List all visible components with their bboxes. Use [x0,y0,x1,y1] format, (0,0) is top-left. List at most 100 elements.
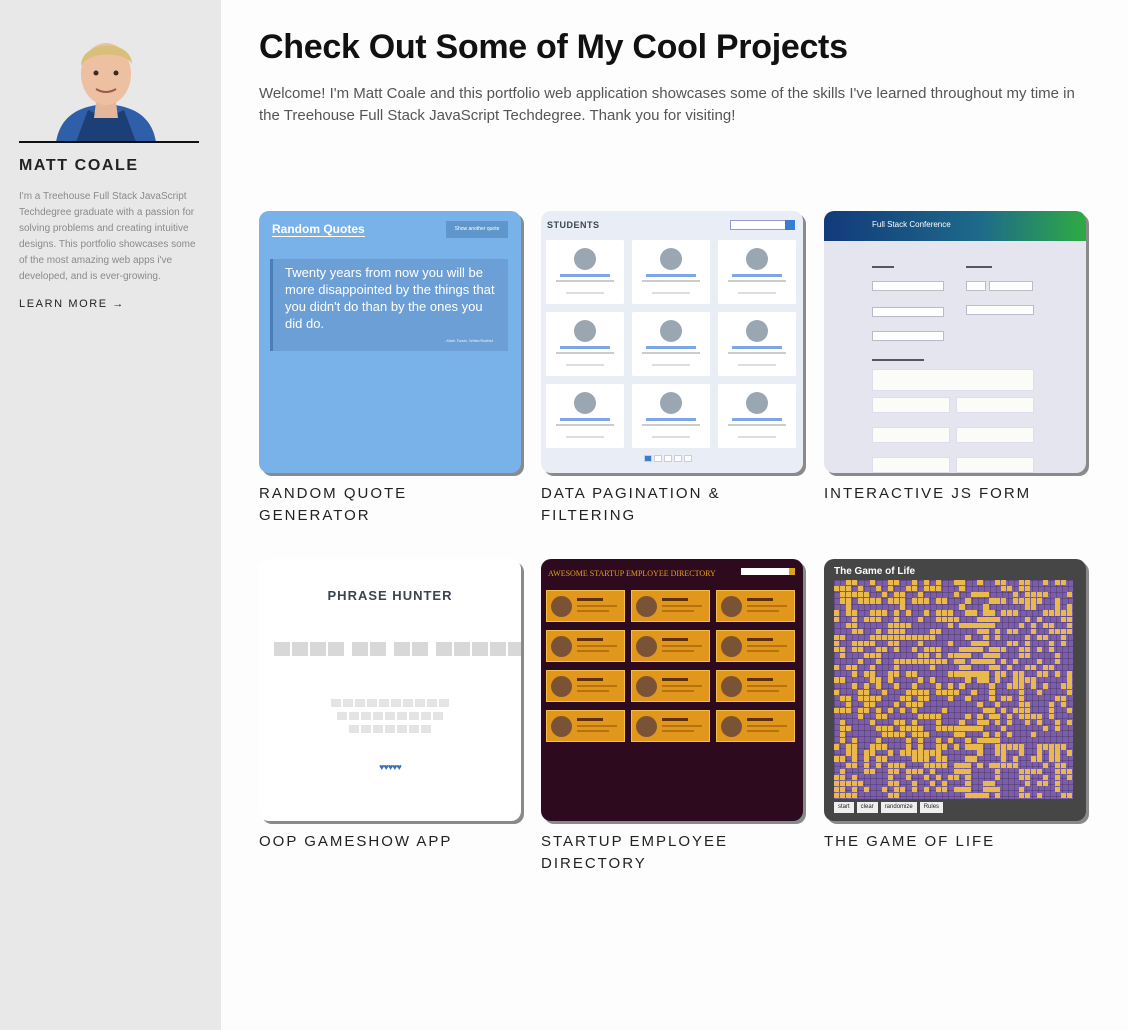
life-cell [953,774,959,780]
thumb-rules-button: Rules [919,802,944,813]
learn-more-link[interactable]: LEARN MORE → [19,298,125,310]
life-cell [1037,756,1043,762]
life-cell [983,628,989,634]
life-cell [875,628,881,634]
life-cell [1025,616,1031,622]
project-title[interactable]: INTERACTIVE JS FORM [824,483,1086,505]
life-cell [893,768,899,774]
life-cell [1031,756,1037,762]
project-card-gameshow[interactable]: PHRASE HUNTER ♥♥♥♥♥ OOP GAMESHOW APP [259,559,521,853]
life-cell [905,689,911,695]
life-cell [941,762,947,768]
life-cell [929,780,935,787]
project-thumbnail-game-of-life[interactable]: The Game of Life start clear randomize R… [824,559,1086,821]
life-cell [834,744,840,750]
life-cell [839,719,846,726]
life-cell [941,780,947,787]
project-title[interactable]: STARTUP EMPLOYEE DIRECTORY [541,831,803,875]
life-cell [1025,640,1031,647]
life-cell [1025,707,1031,714]
life-cell [1043,622,1049,628]
life-cell [953,580,959,586]
life-cell [869,616,876,622]
life-cell [1043,610,1049,616]
life-cell [911,671,917,677]
project-card-employee-directory[interactable]: AWESOME STARTUP EMPLOYEE DIRECTORY START… [541,559,803,875]
life-cell [911,750,917,756]
life-cell [1025,580,1031,586]
life-cell [893,622,899,628]
life-cell [917,689,923,695]
project-thumbnail-gameshow[interactable]: PHRASE HUNTER ♥♥♥♥♥ [259,559,521,821]
life-cell [893,616,899,622]
life-cell [887,768,893,774]
life-cell [971,640,977,647]
life-cell [905,695,911,701]
life-cell [905,701,911,707]
life-cell [989,683,995,689]
project-title[interactable]: DATA PAGINATION & FILTERING [541,483,803,527]
thumb-life-grid [834,580,1073,799]
life-cell [1019,580,1025,586]
project-thumbnail-random-quote[interactable]: Random Quotes Show another quote Twenty … [259,211,521,473]
life-cell [923,762,929,768]
life-cell [959,665,965,671]
project-card-data-pagination[interactable]: STUDENTS DATA PAGINATION & FILTERING [541,211,803,527]
life-cell [899,750,905,756]
life-cell [1037,780,1043,787]
life-cell [834,780,840,787]
life-cell [887,640,893,647]
life-cell [1055,756,1061,762]
life-cell [917,732,923,738]
project-card-game-of-life[interactable]: The Game of Life start clear randomize R… [824,559,1086,853]
life-cell [893,786,899,793]
life-cell [1037,671,1043,677]
thumb-form-heading: Full Stack Conference [872,220,951,229]
life-cell [887,726,893,732]
life-cell [1043,726,1049,732]
project-title[interactable]: OOP GAMESHOW APP [259,831,521,853]
life-cell [893,719,899,726]
project-card-interactive-form[interactable]: Full Stack Conference INTERACTIVE JS FOR… [824,211,1086,505]
project-thumbnail-employee-directory[interactable]: AWESOME STARTUP EMPLOYEE DIRECTORY [541,559,803,821]
life-cell [1019,786,1025,793]
life-cell [959,719,965,726]
life-cell [1025,792,1031,799]
life-cell [989,780,995,787]
life-cell [989,646,995,653]
life-cell [953,786,959,793]
life-cell [941,598,947,604]
life-cell [875,713,881,720]
life-cell [1037,659,1043,665]
life-cell [1049,610,1055,616]
life-cell [953,653,959,659]
life-cell [917,616,923,622]
life-cell [839,792,846,799]
life-cell [989,786,995,793]
life-cell [857,586,864,592]
project-thumbnail-data-pagination[interactable]: STUDENTS [541,211,803,473]
project-thumbnail-interactive-form[interactable]: Full Stack Conference [824,211,1086,473]
life-cell [851,640,858,647]
life-cell [929,762,935,768]
project-title[interactable]: RANDOM QUOTE GENERATOR [259,483,521,527]
life-cell [869,768,876,774]
life-cell [881,756,887,762]
life-cell [1001,659,1007,665]
project-title[interactable]: THE GAME OF LIFE [824,831,1086,853]
thumb-search-button [789,568,795,575]
life-cell [977,726,983,732]
life-cell [959,671,965,677]
life-cell [1055,695,1061,701]
life-cell [1055,719,1061,726]
project-card-random-quote[interactable]: Random Quotes Show another quote Twenty … [259,211,521,527]
life-cell [1007,665,1013,671]
life-cell [1031,677,1037,683]
life-cell [965,726,971,732]
life-cell [899,695,905,701]
life-cell [857,640,864,647]
life-cell [995,665,1001,671]
life-cell [834,774,840,780]
life-cell [834,792,840,799]
life-cell [863,707,870,714]
